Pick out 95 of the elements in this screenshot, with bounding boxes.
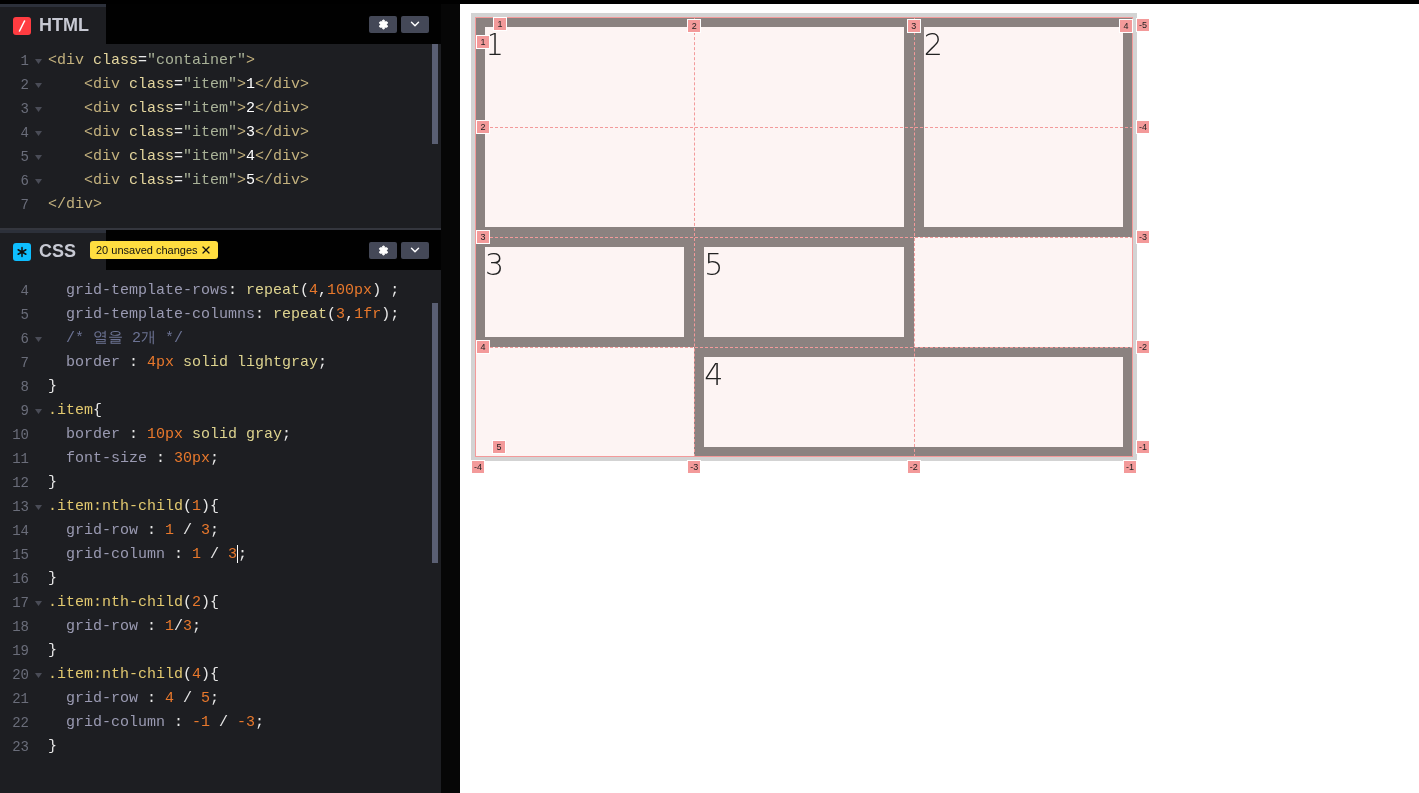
line-number: 7 <box>19 353 29 373</box>
grid-line-number: -3 <box>687 460 702 474</box>
panel-title: HTML <box>39 14 89 37</box>
settings-button[interactable] <box>369 241 397 259</box>
grid-line-number: -4 <box>471 460 485 474</box>
fold-arrow-icon[interactable] <box>35 58 42 64</box>
fold-arrow-icon[interactable] <box>35 336 42 342</box>
code-line: grid-column : -1 / -3; <box>65 712 265 733</box>
line-number: 21 <box>11 689 29 709</box>
line-number: 18 <box>11 617 29 637</box>
asterisk-logo-icon <box>13 242 31 261</box>
fold-arrow-icon[interactable] <box>35 672 42 678</box>
line-number: 11 <box>11 449 29 469</box>
code-line: <div class="item">3</div> <box>83 122 310 143</box>
line-number: 15 <box>11 545 29 565</box>
grid-line-number: 1 <box>493 17 507 31</box>
unsaved-changes-badge[interactable]: 20 unsaved changes <box>90 240 218 260</box>
code-line: } <box>48 568 57 589</box>
slash-logo-icon <box>13 16 31 35</box>
line-number: 4 <box>19 281 29 301</box>
line-number: 6 <box>19 171 29 191</box>
code-line: } <box>48 640 57 661</box>
code-line: grid-column : 1 / 3; <box>65 543 248 565</box>
fold-arrow-icon[interactable] <box>35 504 42 510</box>
code-line: grid-row : 4 / 5; <box>65 688 220 709</box>
fold-arrow-icon[interactable] <box>35 154 42 160</box>
code-line: border : 10px solid gray; <box>65 424 292 445</box>
code-line: font-size : 30px; <box>65 448 220 469</box>
fold-arrow-icon[interactable] <box>35 130 42 136</box>
fold-arrow-icon[interactable] <box>35 600 42 606</box>
grid-line-number: -3 <box>1136 230 1150 244</box>
line-number: 5 <box>19 305 29 325</box>
fold-arrow-icon[interactable] <box>35 408 42 414</box>
panel-title: CSS <box>39 240 76 263</box>
code-line: border : 4px solid lightgray; <box>65 352 328 373</box>
code-line: .item:nth-child(2){ <box>48 592 220 613</box>
grid-line-number: -4 <box>1136 120 1150 134</box>
grid-line-number: -2 <box>1136 340 1150 354</box>
code-line: grid-row : 1/3; <box>65 616 202 637</box>
grid-line-number: 4 <box>476 340 490 354</box>
line-number: 9 <box>19 401 29 421</box>
line-number: 12 <box>11 473 29 493</box>
code-line: /* 열을 2개 */ <box>65 328 183 349</box>
grid-line-number: -1 <box>1123 460 1137 474</box>
code-line: <div class="item">5</div> <box>83 170 310 191</box>
line-number: 13 <box>11 497 29 517</box>
line-number: 4 <box>19 123 29 143</box>
code-line: <div class="item">2</div> <box>83 98 310 119</box>
fold-arrow-icon[interactable] <box>35 178 42 184</box>
line-number: 20 <box>11 665 29 685</box>
line-number: 16 <box>11 569 29 589</box>
code-line: <div class="item">4</div> <box>83 146 310 167</box>
line-number: 19 <box>11 641 29 661</box>
line-number: 10 <box>11 425 29 445</box>
settings-icon <box>377 18 389 30</box>
grid-line-number: 5 <box>492 440 506 454</box>
code-line: .item{ <box>48 400 103 421</box>
grid-line-number: 2 <box>476 120 490 134</box>
code-line: </div> <box>48 194 102 215</box>
grid-line-number: -2 <box>906 460 921 474</box>
line-number: 14 <box>11 521 29 541</box>
line-number: 5 <box>19 147 29 167</box>
code-line: } <box>48 472 57 493</box>
line-number: 8 <box>19 377 29 397</box>
code-line: } <box>48 736 57 757</box>
code-line: grid-row : 1 / 3; <box>65 520 220 541</box>
code-line: } <box>48 376 57 397</box>
dropdown-button[interactable] <box>401 241 429 259</box>
code-line: <div class="container"> <box>48 50 256 71</box>
line-number: 3 <box>19 99 29 119</box>
code-line: grid-template-rows: repeat(4,100px) ; <box>65 280 400 301</box>
fold-arrow-icon[interactable] <box>35 82 42 88</box>
code-line: <div class="item">1</div> <box>83 74 310 95</box>
code-line: .item:nth-child(1){ <box>48 496 220 517</box>
scrollbar[interactable] <box>432 44 438 144</box>
grid-line-number: 1 <box>476 35 490 49</box>
line-number: 1 <box>19 51 29 71</box>
scrollbar[interactable] <box>432 303 438 563</box>
settings-icon <box>377 244 389 256</box>
code-line: .item:nth-child(4){ <box>48 664 220 685</box>
code-line: grid-template-columns: repeat(3,1fr); <box>65 304 400 325</box>
grid-line-number: 2 <box>687 19 702 33</box>
grid-line-number: 3 <box>476 230 490 244</box>
grid-line-number: -5 <box>1136 18 1150 32</box>
settings-button[interactable] <box>369 15 397 33</box>
fold-arrow-icon[interactable] <box>35 106 42 112</box>
line-number: 2 <box>19 75 29 95</box>
line-number: 23 <box>11 737 29 757</box>
line-number: 17 <box>11 593 29 613</box>
grid-line-number: -1 <box>1136 440 1150 454</box>
line-number: 7 <box>19 195 29 215</box>
dropdown-button[interactable] <box>401 15 429 33</box>
line-number: 22 <box>11 713 29 733</box>
grid-line-number: 4 <box>1119 19 1133 33</box>
line-number: 6 <box>19 329 29 349</box>
